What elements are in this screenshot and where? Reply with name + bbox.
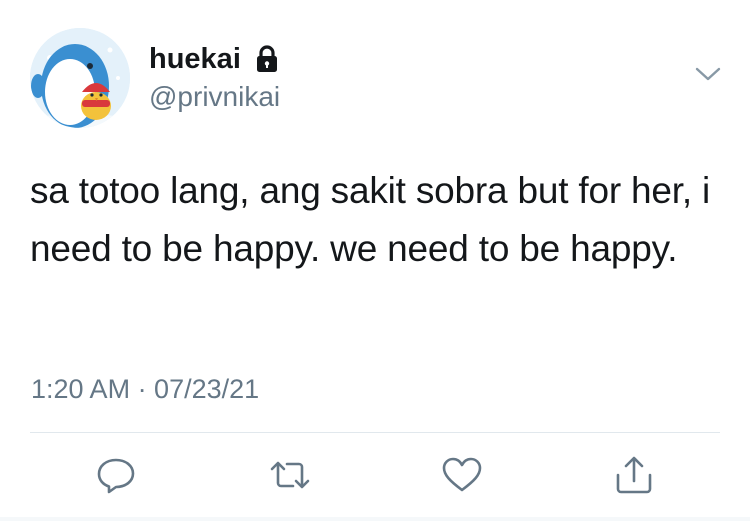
share-icon [616, 456, 652, 494]
retweet-icon [270, 461, 310, 489]
tweet-card: huekai @privnikai sa totoo lang, ang sak… [0, 0, 750, 521]
share-button[interactable] [612, 455, 656, 495]
bottom-edge [0, 517, 750, 521]
heart-icon [442, 457, 482, 492]
divider [30, 432, 720, 433]
reply-button[interactable] [94, 455, 138, 495]
retweet-button[interactable] [268, 455, 312, 495]
avatar[interactable] [30, 28, 130, 128]
lock-icon [255, 44, 279, 74]
reply-icon [97, 458, 135, 494]
penguin-avatar-icon [30, 28, 130, 128]
user-handle[interactable]: @privnikai [149, 80, 280, 114]
chevron-down-icon[interactable] [690, 60, 726, 90]
display-name[interactable]: huekai [149, 42, 241, 76]
tweet-text: sa totoo lang, ang sakit sobra but for h… [30, 170, 711, 269]
like-button[interactable] [440, 455, 484, 495]
tweet-timestamp[interactable]: 1:20 AM · 07/23/21 [31, 372, 259, 406]
